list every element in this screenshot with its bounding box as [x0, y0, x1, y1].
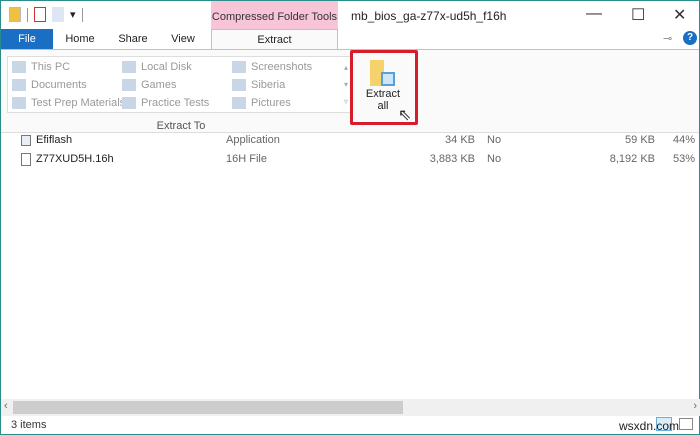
close-icon[interactable]: ✕: [673, 5, 686, 25]
file-icon: [21, 153, 31, 166]
title-bar: ▾ Compressed Folder Tools mb_bios_ga-z77…: [1, 1, 699, 30]
extract-to-gallery: This PC Local Disk Screenshots Documents…: [7, 56, 351, 113]
tab-share[interactable]: Share: [109, 29, 157, 50]
help-icon[interactable]: ?: [683, 31, 697, 45]
new-folder-icon[interactable]: [52, 7, 64, 22]
pin-ribbon-icon[interactable]: ⊸: [663, 32, 672, 45]
dest-practice-tests[interactable]: Practice Tests: [122, 97, 209, 109]
dest-games[interactable]: Games: [122, 79, 176, 91]
scrollbar-thumb[interactable]: [13, 401, 403, 414]
dest-documents[interactable]: Documents: [12, 79, 87, 91]
tab-file[interactable]: File: [1, 29, 53, 50]
application-icon: [21, 135, 31, 146]
minimize-icon[interactable]: —: [586, 5, 602, 23]
dest-this-pc[interactable]: This PC: [12, 61, 70, 73]
horizontal-scrollbar[interactable]: ‹ ›: [1, 399, 700, 416]
large-icons-view-icon[interactable]: [679, 418, 693, 430]
tab-home[interactable]: Home: [56, 29, 104, 50]
customize-dropdown-icon[interactable]: ▾: [70, 8, 76, 21]
zip-folder-icon: [9, 7, 21, 22]
quick-access-toolbar: ▾: [9, 7, 83, 22]
mouse-cursor-icon: ⇖: [398, 107, 412, 124]
window-title: mb_bios_ga-z77x-ud5h_f16h: [351, 9, 507, 23]
file-row[interactable]: Z77XUD5H.16h 16H File 3,883 KB No 8,192 …: [1, 150, 700, 168]
dest-local-disk[interactable]: Local Disk: [122, 61, 192, 73]
scroll-left-icon[interactable]: ‹: [4, 400, 8, 412]
tab-extract[interactable]: Extract: [211, 29, 338, 50]
dest-pictures[interactable]: Pictures: [232, 97, 291, 109]
dest-test-prep-materials[interactable]: Test Prep Materials: [12, 97, 125, 109]
dest-siberia[interactable]: Siberia: [232, 79, 285, 91]
maximize-icon[interactable]: ☐: [631, 5, 645, 25]
status-item-count: 3 items: [11, 419, 47, 431]
tab-view[interactable]: View: [161, 29, 205, 50]
scroll-right-icon[interactable]: ›: [693, 400, 697, 412]
file-row[interactable]: Efiflash Application 34 KB No 59 KB 44%: [1, 131, 700, 149]
dest-screenshots[interactable]: Screenshots: [232, 61, 312, 73]
properties-icon[interactable]: [34, 7, 46, 22]
context-tab-group: Compressed Folder Tools: [211, 1, 338, 30]
explorer-window: ▾ Compressed Folder Tools mb_bios_ga-z77…: [0, 0, 700, 435]
ribbon-tabs: File Home Share View Extract ⊸ ?: [1, 29, 699, 50]
gallery-scroll-icon[interactable]: ▴ ▾ ▿: [344, 59, 348, 110]
watermark: wsxdn.com: [619, 419, 680, 433]
